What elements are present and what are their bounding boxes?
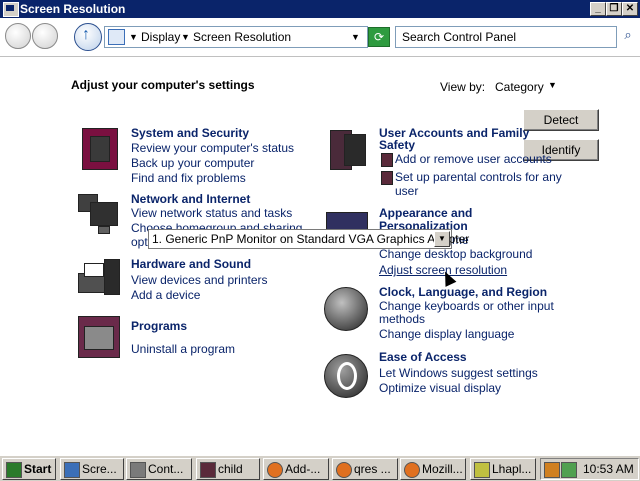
view-by-label: View by: — [440, 80, 486, 94]
tray-icon[interactable] — [561, 462, 577, 478]
taskbar-item[interactable]: Add-... — [263, 458, 329, 480]
tray-icon[interactable] — [544, 462, 560, 478]
display-select-value: 1. Generic PnP Monitor on Standard VGA G… — [152, 232, 470, 246]
category-title[interactable]: Programs — [131, 319, 187, 333]
page-title: Adjust your computer's settings — [71, 78, 255, 92]
category-title[interactable]: Clock, Language, and Region — [379, 285, 547, 299]
shield-icon — [78, 126, 122, 170]
taskbar-item[interactable]: child — [196, 458, 260, 480]
link[interactable]: user — [395, 184, 418, 198]
taskbar-item[interactable]: qres ... — [332, 458, 398, 480]
chevron-down-icon[interactable]: ▼ — [181, 32, 190, 42]
link[interactable]: Review your computer's status — [131, 141, 294, 155]
clock[interactable]: 10:53 AM — [583, 459, 634, 479]
link[interactable]: View devices and printers — [131, 273, 268, 287]
link[interactable]: Change desktop background — [379, 247, 532, 261]
link[interactable]: Change display language — [379, 327, 514, 341]
user-accounts-icon — [326, 126, 370, 170]
taskbar-item[interactable]: Lhapl... — [470, 458, 536, 480]
chevron-down-icon[interactable]: ▼ — [434, 231, 450, 247]
window-icon — [64, 462, 80, 478]
category-title[interactable]: System and Security — [131, 126, 249, 140]
link[interactable]: methods — [379, 312, 425, 326]
link[interactable]: Back up your computer — [131, 156, 254, 170]
address-bar[interactable]: ▼ Display ▼ Screen Resolution ▼ — [104, 26, 368, 48]
refresh-icon[interactable]: ⟳ — [368, 27, 390, 47]
search-icon[interactable]: ⌕ — [618, 27, 638, 45]
control-panel-icon — [108, 29, 125, 45]
detect-button[interactable]: Detect — [523, 109, 599, 131]
link[interactable]: View network status and tasks — [131, 206, 292, 220]
title-bar: Screen Resolution _ ❐ ✕ — [0, 0, 640, 18]
application-icon — [200, 462, 216, 478]
minimize-button[interactable]: _ — [590, 2, 606, 16]
search-placeholder: Search Control Panel — [402, 30, 517, 44]
link[interactable]: opt — [131, 235, 148, 249]
category-title[interactable]: Safety — [379, 138, 415, 152]
network-icon — [78, 192, 122, 236]
taskbar-item[interactable]: Scre... — [60, 458, 124, 480]
breadcrumb-display[interactable]: Display — [141, 30, 180, 44]
category-title[interactable]: Appearance and — [379, 206, 472, 220]
shield-icon — [381, 171, 393, 185]
forward-button[interactable] — [32, 23, 58, 49]
start-button[interactable]: Start — [2, 458, 56, 480]
category-title[interactable]: Network and Internet — [131, 192, 250, 206]
link[interactable]: Set up parental controls for any — [395, 170, 562, 184]
chevron-down-icon[interactable]: ▼ — [548, 80, 557, 90]
search-input[interactable]: Search Control Panel — [395, 26, 617, 48]
chevron-down-icon[interactable]: ▼ — [351, 32, 360, 42]
breadcrumb-screen-resolution[interactable]: Screen Resolution — [193, 30, 291, 44]
taskbar: Start Scre... Cont... child Add-... qres… — [0, 455, 640, 481]
window-icon — [3, 2, 19, 17]
control-panel-icon — [130, 462, 146, 478]
programs-icon — [78, 316, 122, 360]
printer-icon — [78, 257, 122, 301]
link[interactable]: Optimize visual display — [379, 381, 501, 395]
link[interactable]: Let Windows suggest settings — [379, 366, 538, 380]
taskbar-item[interactable]: Cont... — [126, 458, 192, 480]
link[interactable]: Find and fix problems — [131, 171, 246, 185]
windows-logo-icon — [6, 462, 22, 478]
display-select[interactable]: 1. Generic PnP Monitor on Standard VGA G… — [148, 229, 469, 249]
globe-icon — [322, 285, 368, 331]
accessibility-icon — [322, 350, 368, 398]
taskbar-item[interactable]: Mozill... — [400, 458, 466, 480]
window-title: Screen Resolution — [20, 2, 126, 16]
chevron-down-icon[interactable]: ▼ — [129, 32, 138, 42]
firefox-icon — [336, 462, 352, 478]
link[interactable]: Add or remove user accounts — [395, 152, 552, 166]
close-button[interactable]: ✕ — [622, 2, 638, 16]
firefox-icon — [267, 462, 283, 478]
link[interactable]: Add a device — [131, 288, 200, 302]
back-button[interactable] — [5, 23, 31, 49]
link[interactable]: Uninstall a program — [131, 342, 235, 356]
link[interactable]: Change keyboards or other input — [379, 299, 554, 313]
navigation-bar: ▼ Display ▼ Screen Resolution ▼ ⟳ Search… — [0, 18, 640, 57]
up-button[interactable] — [74, 23, 102, 51]
view-by-dropdown[interactable]: Category — [495, 80, 544, 94]
shield-icon — [381, 153, 393, 167]
system-tray: 10:53 AM — [540, 458, 639, 480]
category-title[interactable]: Hardware and Sound — [131, 257, 251, 271]
category-title[interactable]: Ease of Access — [379, 350, 467, 364]
restore-button[interactable]: ❐ — [606, 2, 622, 16]
document-icon — [474, 462, 490, 478]
firefox-icon — [404, 462, 420, 478]
